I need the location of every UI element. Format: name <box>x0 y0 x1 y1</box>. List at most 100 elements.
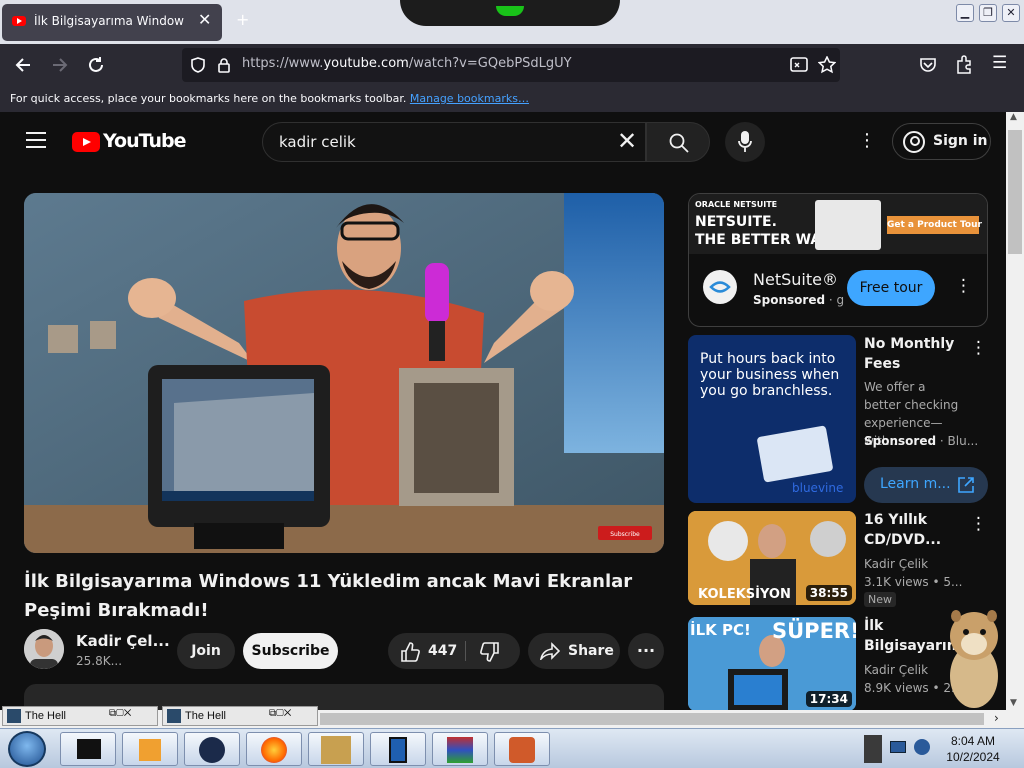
taskbar-app-3[interactable] <box>184 732 240 766</box>
restore-button[interactable]: ❐ <box>979 4 997 22</box>
more-actions-button[interactable]: ··· <box>628 633 664 669</box>
taskbar-app-8[interactable] <box>494 732 550 766</box>
start-orb-icon[interactable] <box>8 731 46 767</box>
hamster-mascot <box>950 610 998 708</box>
bluevine-headline: Put hours back into your business when y… <box>700 351 840 399</box>
banner-cta[interactable]: Get a Product Tour <box>887 216 982 234</box>
ad1-sponsored: Sponsored · g <box>753 293 845 307</box>
external-link-icon <box>958 477 974 493</box>
settings-kebab-icon[interactable]: ⋮ <box>858 130 876 151</box>
taskbar-winrar[interactable] <box>432 732 488 766</box>
ad2-title[interactable]: No Monthly Fees <box>864 334 964 374</box>
tab-close-icon[interactable]: ✕ <box>198 10 211 29</box>
browser-nav-bar: https://www.youtube.com/watch?v=GQebPSdL… <box>0 44 1024 86</box>
video-player[interactable]: Subscribe <box>24 193 664 553</box>
scroll-right-icon[interactable]: › <box>994 711 999 725</box>
green-indicator-icon <box>496 6 524 16</box>
manage-bookmarks-link[interactable]: Manage bookmarks… <box>410 92 529 105</box>
taskbar-clock[interactable]: 8:04 AM 10/2/2024 <box>940 733 1006 765</box>
tab-title: İlk Bilgisayarıma Windows 11 Yü <box>34 14 184 28</box>
bookmark-star-icon[interactable] <box>818 56 836 74</box>
reload-icon[interactable] <box>87 56 105 74</box>
netsuite-ad-card[interactable]: ORACLE NETSUITE NETSUITE. THE BETTER WAY… <box>688 193 988 327</box>
pocket-icon[interactable] <box>919 56 937 74</box>
netsuite-banner[interactable]: ORACLE NETSUITE NETSUITE. THE BETTER WAY… <box>689 194 987 254</box>
ad2-sponsored: Sponsored · Blu... <box>864 434 979 448</box>
scroll-up-icon[interactable]: ▲ <box>1010 112 1017 122</box>
shield-icon[interactable] <box>190 57 206 73</box>
app-icon <box>509 737 535 763</box>
horizontal-scroll-thumb[interactable] <box>320 713 984 725</box>
join-button[interactable]: Join <box>177 633 235 669</box>
sign-in-button[interactable]: Sign in <box>892 123 991 160</box>
browser-tab-active[interactable]: İlk Bilgisayarıma Windows 11 Yü ✕ <box>2 4 222 41</box>
reader-view-icon[interactable] <box>790 57 808 73</box>
video1-thumb-text: KOLEKSİYON <box>698 587 791 602</box>
video2-thumbnail[interactable]: İLK PC! SÜPER! 17:34 <box>688 617 856 710</box>
learn-more-label: Learn m... <box>880 476 951 492</box>
top-decoration <box>400 0 620 26</box>
search-button[interactable] <box>646 122 710 162</box>
url-text: https://www.youtube.com/watch?v=GQebPSdL… <box>242 56 572 71</box>
youtube-favicon-icon <box>12 16 26 26</box>
network-icon[interactable] <box>890 741 906 753</box>
video2-thumb-text-right: SÜPER! <box>772 619 856 643</box>
taskbar-app-1[interactable] <box>60 732 116 766</box>
taskbar-app-5[interactable] <box>308 732 364 766</box>
video1-more-icon[interactable]: ⋮ <box>970 514 987 534</box>
clear-search-icon[interactable]: ✕ <box>617 127 637 155</box>
taskbar-app-6[interactable] <box>370 732 426 766</box>
media-player-icon <box>139 739 161 761</box>
like-dislike-group: 447 <box>388 633 520 669</box>
subscriber-count: 25.8K... <box>76 654 123 668</box>
learn-more-button[interactable]: Learn m... <box>864 467 988 503</box>
ad1-name: NetSuite® <box>753 270 838 289</box>
winrar-icon <box>447 737 473 763</box>
lock-icon[interactable] <box>217 57 231 73</box>
voice-search-button[interactable] <box>725 122 765 162</box>
mini-window-1[interactable]: The Hell ⧉▢✕ <box>2 706 158 726</box>
channel-avatar[interactable] <box>24 629 64 669</box>
thumbs-up-icon[interactable] <box>400 642 420 662</box>
free-tour-button[interactable]: Free tour <box>847 270 935 306</box>
close-window-button[interactable]: ✕ <box>1002 4 1020 22</box>
mini-window-2[interactable]: The Hell ⧉▢✕ <box>162 706 318 726</box>
channel-name[interactable]: Kadir Çel... <box>76 632 170 650</box>
mini-window-controls-icon[interactable]: ⧉▢✕ <box>109 708 131 719</box>
video1-meta: 3.1K views • 5... <box>864 575 963 589</box>
video1-title[interactable]: 16 Yıllık CD/DVD... <box>864 510 964 550</box>
share-button[interactable]: Share <box>528 633 620 669</box>
back-arrow-icon[interactable] <box>14 56 32 74</box>
scroll-down-icon[interactable]: ▼ <box>1010 698 1017 708</box>
video1-channel[interactable]: Kadir Çelik <box>864 555 928 573</box>
taskbar-app-2[interactable] <box>122 732 178 766</box>
subscribe-button[interactable]: Subscribe <box>243 633 338 669</box>
app-icon <box>167 709 181 723</box>
thumbs-down-icon[interactable] <box>480 642 500 662</box>
like-divider <box>465 641 466 661</box>
new-badge: New <box>864 592 896 607</box>
video1-thumbnail[interactable]: KOLEKSİYON 38:55 <box>688 511 856 605</box>
app-menu-icon[interactable]: ☰ <box>992 53 1007 73</box>
share-arrow-icon <box>540 642 560 660</box>
minimize-button[interactable]: ▁ <box>956 4 974 22</box>
forward-arrow-icon[interactable] <box>51 56 69 74</box>
video2-channel[interactable]: Kadir Çelik <box>864 661 928 679</box>
vertical-scroll-thumb[interactable] <box>1008 130 1022 254</box>
taskbar-firefox[interactable] <box>246 732 302 766</box>
search-input[interactable]: kadir celik ✕ <box>262 122 646 162</box>
avatar-image <box>24 629 64 669</box>
ad1-more-icon[interactable]: ⋮ <box>955 276 972 296</box>
tray-app-icon[interactable] <box>914 739 930 755</box>
tray-expand-icon[interactable] <box>864 735 882 763</box>
url-bar[interactable]: https://www.youtube.com/watch?v=GQebPSdL… <box>182 48 840 82</box>
ad2-more-icon[interactable]: ⋮ <box>970 338 987 358</box>
app-icon <box>7 709 21 723</box>
hamburger-menu-icon[interactable] <box>26 132 46 153</box>
new-tab-button[interactable]: + <box>236 10 249 29</box>
extensions-icon[interactable] <box>955 55 973 74</box>
mini-window-controls-icon[interactable]: ⧉▢✕ <box>269 708 291 719</box>
clock-date: 10/2/2024 <box>946 750 1000 764</box>
bluevine-ad-thumb[interactable]: Put hours back into your business when y… <box>688 335 856 503</box>
firefox-icon <box>261 737 287 763</box>
